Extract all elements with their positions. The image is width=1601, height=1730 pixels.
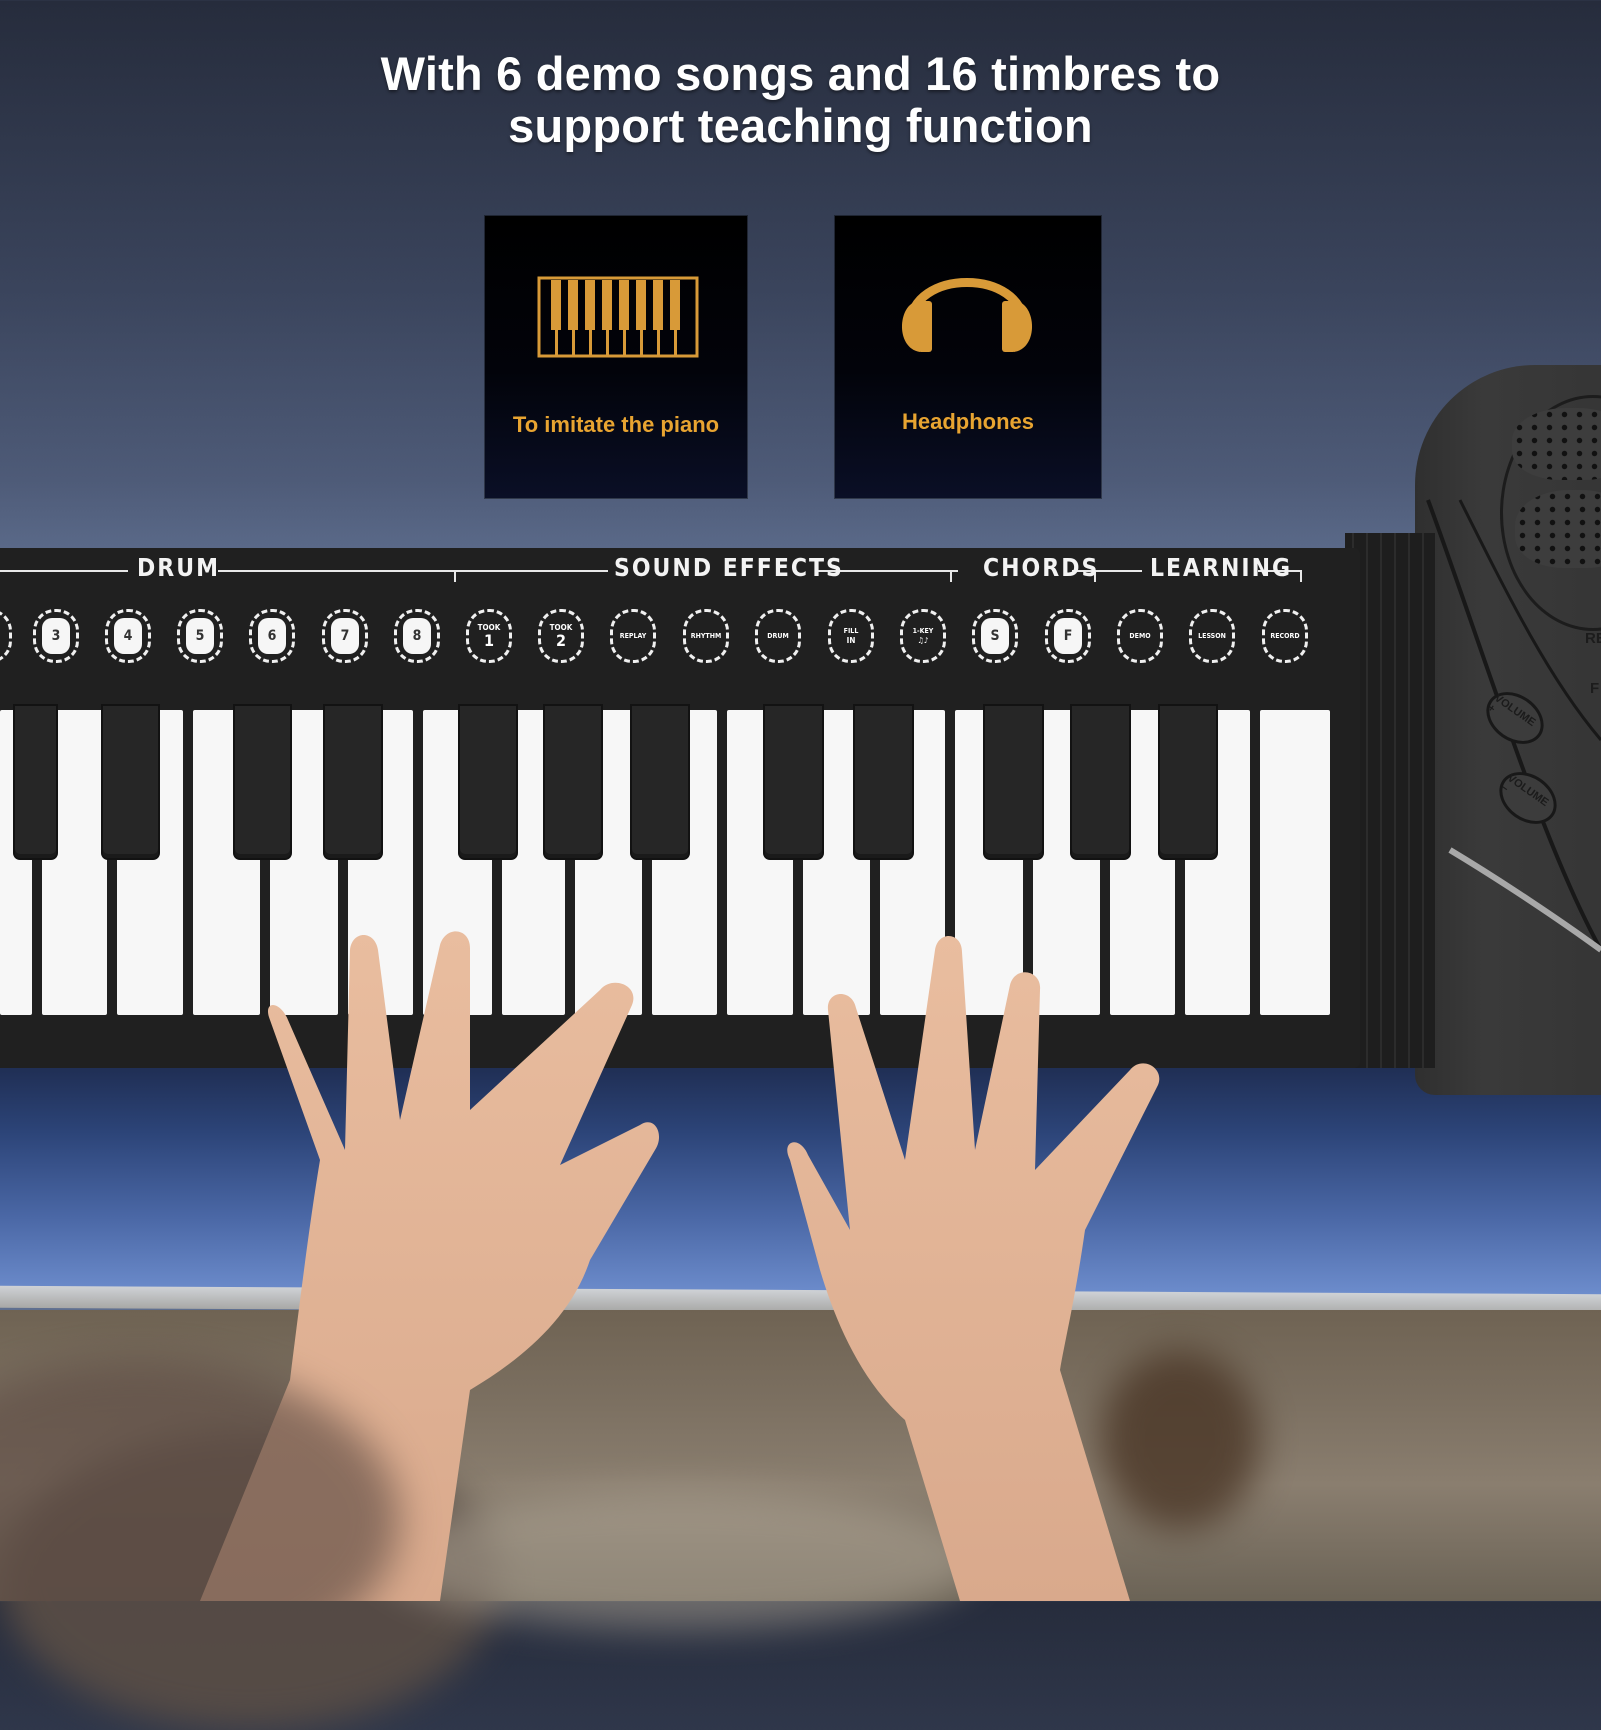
product-image: With 6 demo songs and 16 timbres to supp… (0, 0, 1601, 1730)
right-hand (787, 935, 1160, 1601)
child-hands (0, 931, 1160, 1601)
